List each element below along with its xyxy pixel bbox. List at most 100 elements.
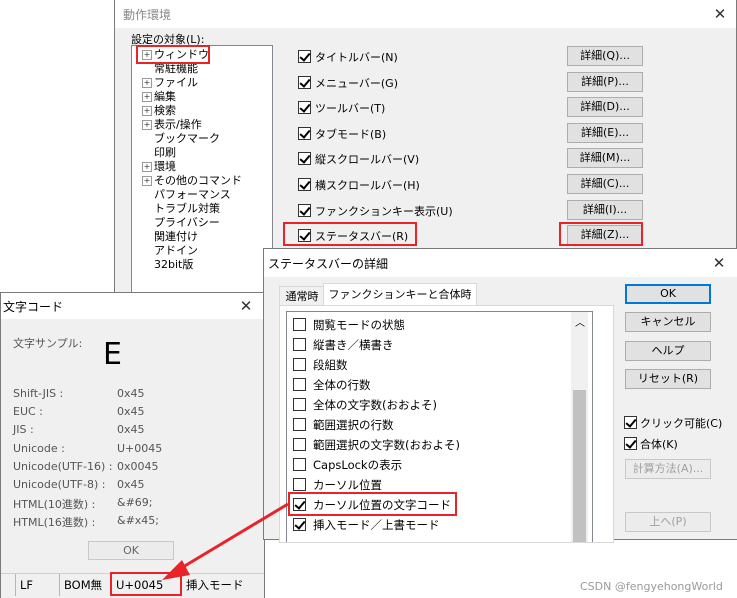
tree-item[interactable]: トラブル対策 bbox=[142, 202, 220, 216]
statusbar-cell[interactable]: U+0045 bbox=[111, 574, 179, 596]
statusbar-cell[interactable]: 挿入モード bbox=[181, 574, 261, 596]
item-checkbox[interactable] bbox=[293, 338, 306, 351]
item-label: 段組数 bbox=[313, 358, 348, 372]
item-label: 全体の文字数(おおよそ) bbox=[313, 398, 437, 412]
expand-icon[interactable]: + bbox=[142, 92, 152, 102]
tree-item-label: その他のコマンド bbox=[154, 174, 242, 187]
expand-icon[interactable]: + bbox=[142, 50, 152, 60]
tree-item-label: 関連付け bbox=[154, 230, 198, 243]
tree-item[interactable]: + ウィンドウ bbox=[142, 48, 209, 62]
option-checkbox[interactable] bbox=[298, 126, 311, 140]
list-item[interactable]: 挿入モード／上書モード bbox=[293, 515, 563, 535]
detail-button[interactable]: 詳細(E)... bbox=[567, 122, 643, 143]
ok-button[interactable]: OK bbox=[625, 284, 711, 304]
charcode-row: EUC : 0x45 bbox=[13, 405, 253, 423]
list-item[interactable]: 縦書き／横書き bbox=[293, 335, 563, 355]
item-checkbox[interactable] bbox=[293, 478, 306, 491]
item-checkbox[interactable] bbox=[293, 318, 306, 331]
tree-item[interactable]: プライバシー bbox=[142, 216, 220, 230]
tree-item[interactable]: + 検索 bbox=[142, 104, 176, 118]
combine-label: 合体(K) bbox=[640, 438, 678, 451]
sb-titlebar: ステータスバーの詳細 ✕ bbox=[264, 249, 737, 277]
close-icon[interactable]: ✕ bbox=[236, 296, 256, 316]
tab-normal-label: 通常時 bbox=[285, 290, 319, 303]
expand-icon[interactable]: + bbox=[142, 176, 152, 186]
detail-button[interactable]: 詳細(M)... bbox=[567, 148, 643, 169]
tree-item[interactable]: 常駐機能 bbox=[142, 62, 198, 76]
statusbar-cell[interactable]: BOM無 bbox=[59, 574, 109, 596]
item-checkbox[interactable] bbox=[293, 358, 306, 371]
charcode-value: 0x45 bbox=[117, 405, 145, 419]
tree-item[interactable]: + 環境 bbox=[142, 160, 176, 174]
item-checkbox[interactable] bbox=[293, 518, 306, 531]
cancel-button[interactable]: キャンセル bbox=[625, 312, 711, 332]
item-label: 範囲選択の文字数(おおよそ) bbox=[313, 438, 460, 452]
option-checkbox[interactable] bbox=[298, 50, 311, 63]
list-item[interactable]: 閲覧モードの状態 bbox=[293, 315, 563, 335]
item-checkbox[interactable] bbox=[293, 498, 306, 511]
tree-item-label: 常駐機能 bbox=[154, 62, 198, 75]
scroll-up-icon[interactable]: ︿ bbox=[575, 314, 585, 329]
item-checkbox[interactable] bbox=[293, 438, 306, 451]
expand-icon[interactable]: + bbox=[142, 162, 152, 172]
tab-normal[interactable]: 通常時 bbox=[279, 286, 325, 306]
list-item[interactable]: 全体の行数 bbox=[293, 375, 563, 395]
charcode-value: 0x45 bbox=[117, 478, 145, 491]
close-icon[interactable]: ✕ bbox=[710, 4, 730, 24]
tab-function-combined[interactable]: ファンクションキーと合体時 bbox=[323, 283, 477, 307]
statusbar-detail-dialog: ステータスバーの詳細 ✕ 通常時 ファンクションキーと合体時 閲覧モードの状態縦… bbox=[263, 248, 737, 543]
item-checkbox[interactable] bbox=[293, 398, 306, 411]
calc-method-button[interactable]: 計算方法(A)... bbox=[625, 459, 711, 479]
expand-icon[interactable]: + bbox=[142, 120, 152, 130]
tree-item[interactable]: + ファイル bbox=[142, 76, 198, 90]
option-checkbox[interactable] bbox=[298, 101, 311, 115]
reset-button[interactable]: リセット(R) bbox=[625, 369, 711, 389]
expand-icon[interactable]: + bbox=[142, 78, 152, 88]
option-checkbox[interactable] bbox=[298, 75, 311, 89]
detail-button[interactable]: 詳細(D)... bbox=[567, 97, 643, 118]
tree-item[interactable]: 印刷 bbox=[142, 146, 176, 160]
detail-button[interactable]: 詳細(Z)... bbox=[567, 225, 643, 246]
close-icon[interactable]: ✕ bbox=[709, 253, 729, 273]
settings-tree[interactable]: + ウィンドウ 常駐機能 + ファイル + 編集 + 検索 + 表示/操作 ブックマーク 印刷 + 環境 + そ… bbox=[131, 45, 273, 298]
tree-item-label: 環境 bbox=[154, 160, 176, 173]
charcode-ok-button[interactable]: OK bbox=[88, 541, 174, 560]
item-checkbox[interactable] bbox=[293, 418, 306, 431]
tree-item[interactable]: ブックマーク bbox=[142, 132, 220, 146]
list-item[interactable]: 全体の文字数(おおよそ) bbox=[293, 395, 563, 415]
list-item[interactable]: 段組数 bbox=[293, 355, 563, 375]
tree-item[interactable]: 関連付け bbox=[142, 230, 198, 244]
item-checkbox[interactable] bbox=[293, 378, 306, 391]
option-label: タイトルバー(N) bbox=[315, 51, 398, 64]
detail-button[interactable]: 詳細(Q)... bbox=[567, 46, 643, 66]
tree-item[interactable]: パフォーマンス bbox=[142, 188, 231, 202]
list-scrollbar[interactable]: ︿ bbox=[571, 312, 588, 542]
tree-item[interactable]: + 編集 bbox=[142, 90, 176, 104]
expand-icon[interactable]: + bbox=[142, 106, 152, 116]
item-checkbox[interactable] bbox=[293, 458, 306, 471]
list-item[interactable]: 範囲選択の行数 bbox=[293, 415, 563, 435]
help-button[interactable]: ヘルプ bbox=[625, 341, 711, 361]
list-item[interactable]: CapsLockの表示 bbox=[293, 455, 563, 475]
detail-button[interactable]: 詳細(P)... bbox=[567, 71, 643, 92]
detail-button[interactable]: 詳細(I)... bbox=[567, 199, 643, 220]
combine-checkbox[interactable] bbox=[624, 437, 637, 450]
tree-item[interactable]: + その他のコマンド bbox=[142, 174, 242, 188]
detail-button[interactable]: 詳細(C)... bbox=[567, 174, 643, 194]
item-list[interactable]: 閲覧モードの状態 縦書き／横書き段組数全体の行数全体の文字数(おおよそ) 範囲選択の… bbox=[286, 311, 593, 542]
tree-item[interactable]: アドイン bbox=[142, 244, 198, 258]
clickable-checkbox[interactable] bbox=[624, 416, 637, 429]
tree-item[interactable]: 32bit版 bbox=[142, 258, 193, 272]
option-checkbox[interactable] bbox=[298, 229, 311, 243]
item-label: カーソル位置の文字コード bbox=[313, 498, 451, 512]
move-up-button[interactable]: 上へ(P) bbox=[625, 512, 711, 532]
option-checkbox[interactable] bbox=[298, 203, 311, 217]
option-checkbox[interactable] bbox=[298, 178, 311, 191]
list-item[interactable]: カーソル位置 bbox=[293, 475, 563, 495]
option-checkbox[interactable] bbox=[298, 152, 311, 166]
list-item[interactable]: 範囲選択の文字数(おおよそ) bbox=[293, 435, 563, 455]
statusbar-cell[interactable]: LF bbox=[15, 574, 57, 596]
scroll-thumb[interactable] bbox=[573, 390, 586, 542]
list-item[interactable]: カーソル位置の文字コード bbox=[293, 495, 563, 515]
tree-item[interactable]: + 表示/操作 bbox=[142, 118, 202, 132]
